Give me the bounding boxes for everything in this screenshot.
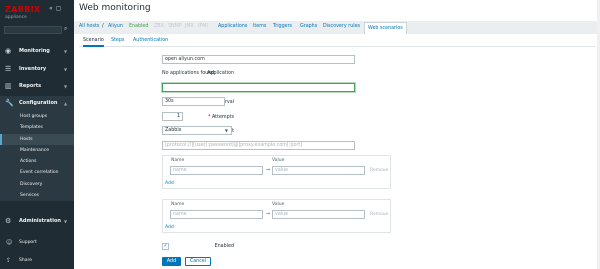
sidebar: ZABBIX «▢ appliance ⌕ ◉ Monitoring ▼ ☰ I… (0, 0, 74, 269)
headers-table: Name Value name ⇒ value Remove Add (162, 199, 391, 233)
menu-label: Reports (19, 83, 42, 89)
nav-all-hosts[interactable]: All hosts (79, 24, 99, 29)
nav-items[interactable]: Items (253, 24, 266, 29)
variable-add-button[interactable]: Add (165, 181, 174, 186)
headers-col-value: Value (272, 202, 285, 207)
chevron-up-icon: ▲ (64, 101, 68, 106)
variable-value-input[interactable]: value (272, 166, 365, 175)
nav-triggers[interactable]: Triggers (273, 24, 292, 29)
variable-name-input[interactable]: name (170, 166, 263, 175)
share-icon: ⇪ (6, 257, 12, 264)
header-name-input[interactable]: name (170, 210, 263, 219)
main-content: Web monitoring All hosts / Aliyun Enable… (74, 0, 600, 269)
header-add-button[interactable]: Add (165, 225, 174, 230)
enabled-label: Enabled (214, 244, 234, 249)
configuration-submenu: Host groups Templates Hosts Maintenance … (0, 111, 74, 202)
variables-col-name: Name (171, 158, 185, 163)
nav-applications[interactable]: Applications (218, 24, 247, 29)
nav-jmx-badge: JMX (185, 24, 194, 29)
submenu-host-groups[interactable]: Host groups (0, 111, 74, 122)
arrow-icon: ⇒ (266, 167, 271, 173)
chevron-down-icon: ▼ (224, 128, 228, 133)
submenu-event-correlation[interactable]: Event correlation (0, 167, 74, 178)
headers-col-name: Name (171, 202, 185, 207)
update-interval-input[interactable]: 30s (162, 97, 225, 106)
enabled-checkbox[interactable]: ✓ (162, 243, 169, 250)
server-name: appliance (5, 15, 27, 20)
search-icon[interactable]: ⌕ (64, 25, 67, 33)
sidebar-controls: «▢ (49, 5, 64, 12)
nav-zbx-badge: ZBX (154, 24, 164, 29)
submenu-services[interactable]: Services (0, 190, 74, 201)
http-proxy-input[interactable]: [protocol://][user[:password]@]proxy.exa… (162, 141, 355, 150)
menu-label: Configuration (19, 100, 58, 106)
list-icon: ☰ (5, 65, 12, 73)
share-label: Share (19, 258, 32, 263)
sidebar-search-input[interactable] (4, 26, 62, 34)
attempts-label: * Attempts (208, 115, 234, 120)
submenu-hosts[interactable]: Hosts (0, 133, 74, 145)
menu-label: Inventory (19, 66, 47, 72)
submenu-actions[interactable]: Actions (0, 156, 74, 167)
nav-graphs[interactable]: Graphs (300, 24, 317, 29)
agent-select[interactable]: Zabbix ▼ (162, 126, 232, 135)
menu-monitoring[interactable]: ◉ Monitoring ▼ (0, 44, 74, 59)
support-icon: ☺ (6, 239, 13, 246)
header-value-input[interactable]: value (272, 210, 365, 219)
support-link[interactable]: ☺ Support (0, 236, 74, 250)
nav-enabled-status[interactable]: Enabled (129, 24, 148, 29)
chevron-down-icon: ▼ (64, 67, 68, 72)
gear-icon: ⚙ (5, 217, 12, 225)
add-button[interactable]: Add (162, 257, 181, 266)
menu-administration[interactable]: ⚙ Administration ▼ (0, 214, 74, 229)
header-remove-button[interactable]: Remove (370, 212, 388, 217)
chevron-down-icon: ▼ (64, 219, 68, 224)
menu-configuration[interactable]: 🔧 Configuration ▲ (0, 96, 74, 111)
host-navbar: All hosts / Aliyun Enabled ZBX SNMP JMX … (74, 21, 600, 34)
variables-table: Name Value name ⇒ value Remove Add (162, 155, 391, 189)
page-title: Web monitoring (79, 3, 151, 13)
variables-col-value: Value (272, 158, 285, 163)
name-input[interactable]: open aliyun.com (162, 55, 355, 64)
tab-steps[interactable]: Steps (111, 38, 124, 43)
web-scenario-form: * Name open aliyun.com Application No ap… (74, 48, 600, 269)
chevron-down-icon: ▼ (64, 84, 68, 89)
agent-selected-value: Zabbix (165, 128, 182, 133)
zabbix-logo[interactable]: ZABBIX (5, 5, 41, 14)
application-value: No applications found (162, 71, 215, 76)
expand-icon[interactable]: ▢ (56, 5, 62, 12)
arrow-icon: ⇒ (266, 211, 271, 217)
menu-reports[interactable]: ▥ Reports ▼ (0, 79, 74, 94)
tab-authentication[interactable]: Authentication (133, 38, 168, 43)
tab-scenario[interactable]: Scenario (83, 38, 104, 47)
menu-inventory[interactable]: ☰ Inventory ▼ (0, 62, 74, 77)
menu-label: Administration (19, 218, 61, 224)
submenu-maintenance[interactable]: Maintenance (0, 145, 74, 156)
submenu-discovery[interactable]: Discovery (0, 179, 74, 190)
cancel-button[interactable]: Cancel (185, 257, 211, 266)
share-link[interactable]: ⇪ Share (0, 254, 74, 268)
form-tabs: Scenario Steps Authentication (79, 36, 595, 47)
chevron-down-icon: ▼ (64, 49, 68, 54)
variable-remove-button[interactable]: Remove (370, 168, 388, 173)
support-label: Support (19, 240, 37, 245)
nav-ipmi-badge: IPMI (198, 24, 208, 29)
chart-icon: ▥ (5, 82, 12, 90)
wrench-icon: 🔧 (5, 99, 14, 107)
nav-web-scenarios[interactable]: Web scenarios (364, 22, 407, 34)
menu-label: Monitoring (19, 48, 50, 54)
nav-separator: / (102, 24, 104, 29)
nav-host[interactable]: Aliyun (108, 24, 123, 29)
attempts-input[interactable]: 1 (162, 112, 183, 121)
nav-snmp-badge: SNMP (168, 24, 182, 29)
eye-icon: ◉ (5, 47, 12, 55)
submenu-templates[interactable]: Templates (0, 122, 74, 133)
collapse-icon[interactable]: « (49, 5, 53, 12)
new-application-input[interactable] (162, 83, 355, 92)
nav-discovery-rules[interactable]: Discovery rules (323, 24, 360, 29)
